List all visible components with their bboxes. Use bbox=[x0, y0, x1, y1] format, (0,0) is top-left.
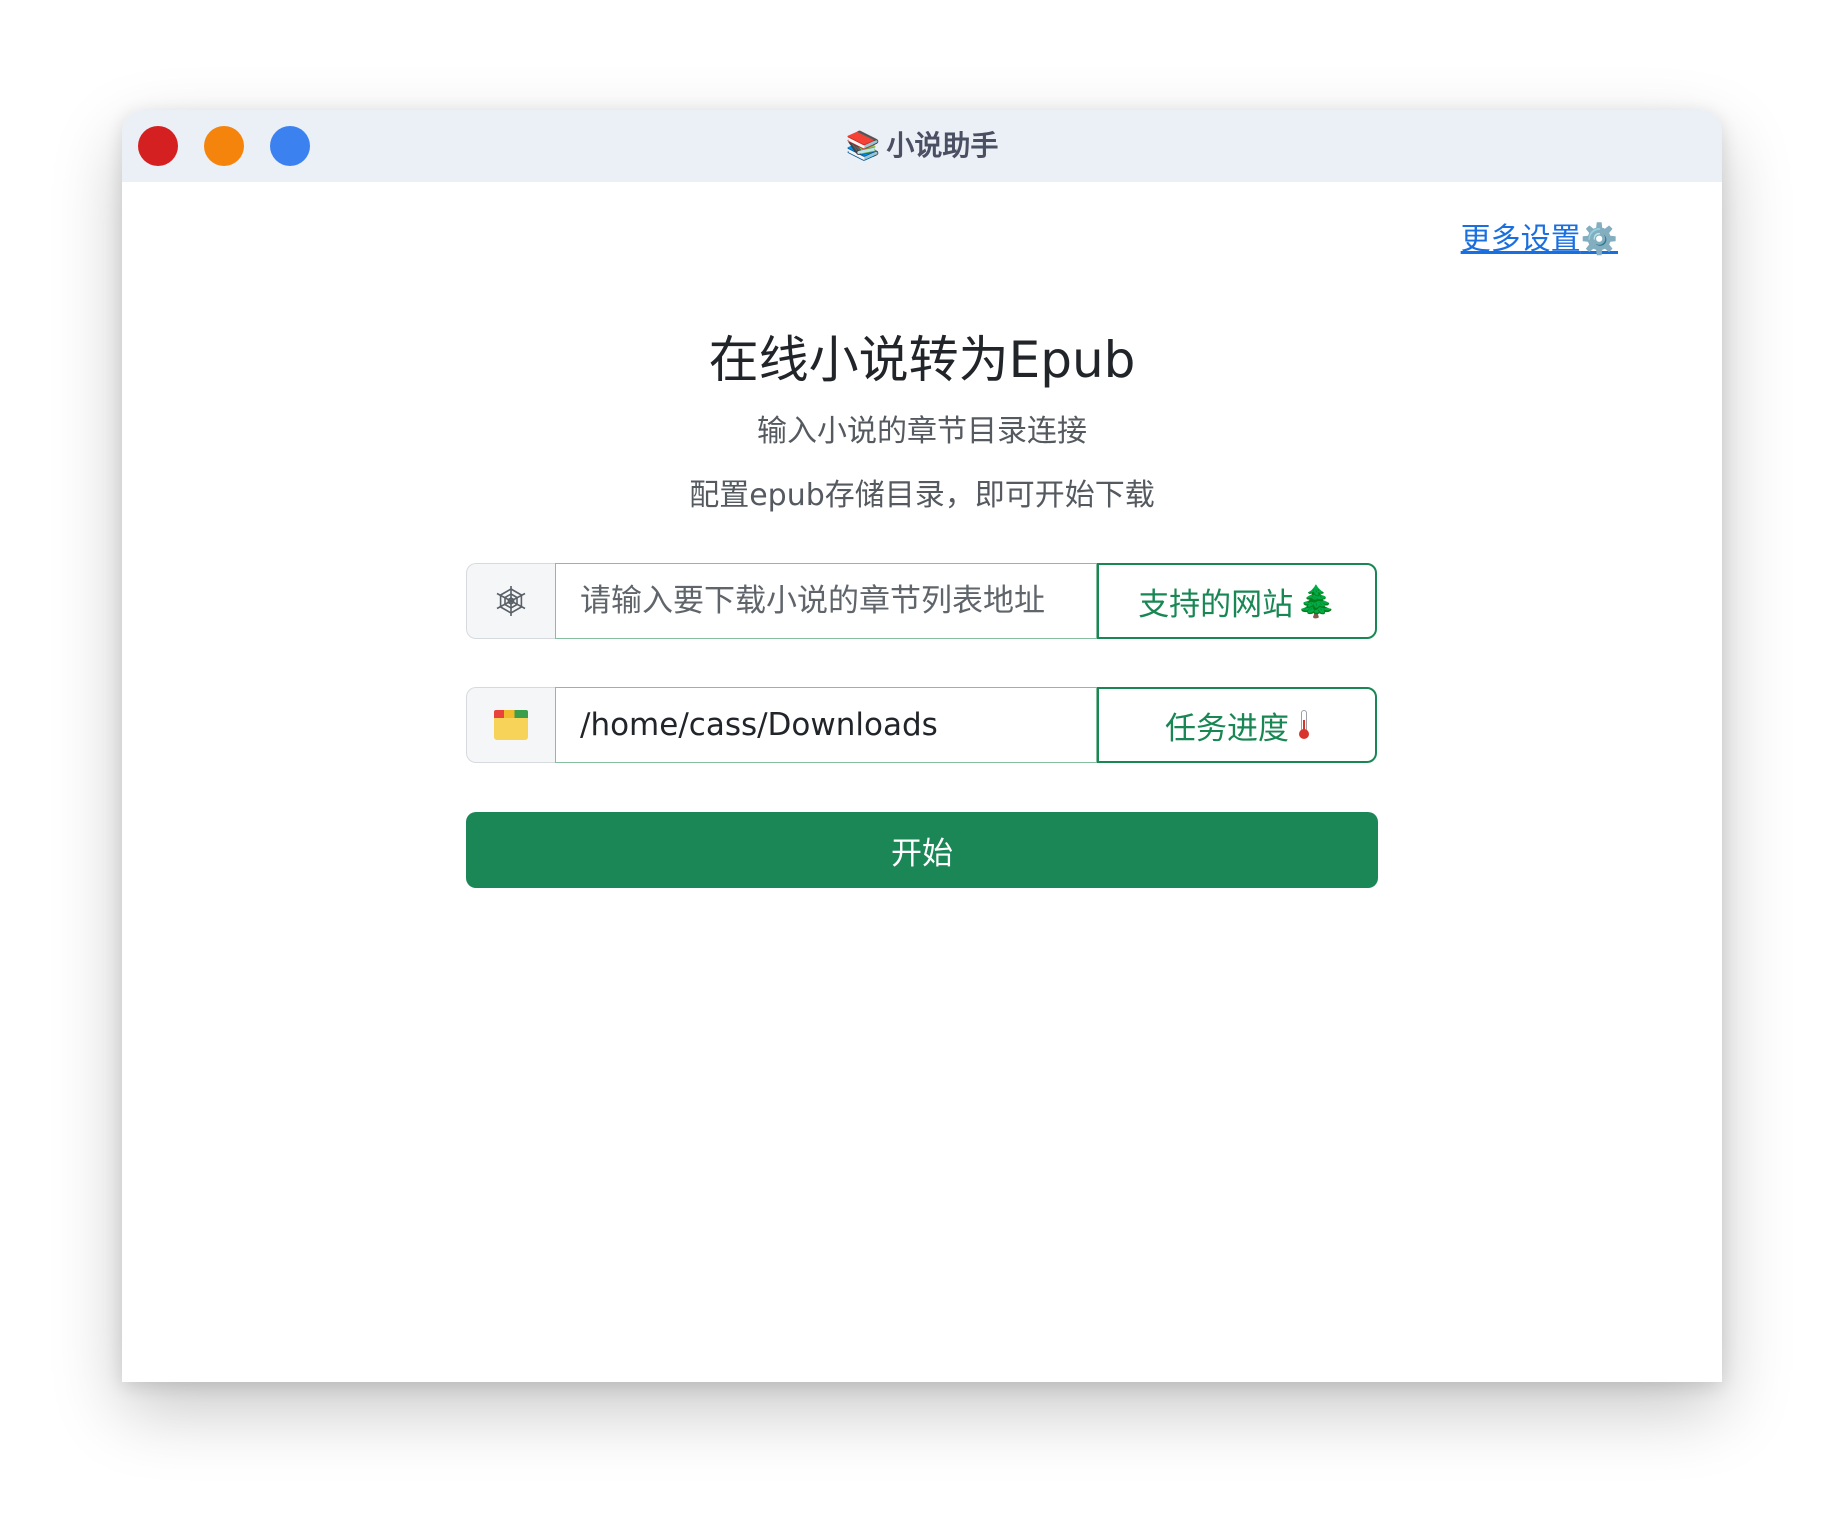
spider-web-icon bbox=[466, 563, 555, 639]
close-button[interactable] bbox=[138, 126, 178, 166]
window-title-area: 📚 小说助手 bbox=[122, 110, 1722, 182]
more-settings-link[interactable]: 更多设置⚙️ bbox=[1461, 214, 1618, 258]
thermometer-icon bbox=[1299, 710, 1309, 740]
task-progress-button[interactable]: 任务进度 bbox=[1097, 687, 1377, 763]
task-progress-label: 任务进度 bbox=[1165, 710, 1289, 747]
tree-icon: 🌲 bbox=[1297, 583, 1336, 620]
books-icon: 📚 bbox=[845, 129, 881, 162]
more-settings-label: 更多设置 bbox=[1460, 222, 1581, 257]
subtitle-line-1: 输入小说的章节目录连接 bbox=[757, 414, 1087, 449]
subtitle-line-2: 配置epub存储目录，即可开始下载 bbox=[689, 478, 1155, 513]
maximize-button[interactable] bbox=[270, 126, 310, 166]
url-input[interactable] bbox=[555, 563, 1097, 639]
folder-icon[interactable] bbox=[466, 687, 555, 763]
app-window: 📚 小说助手 更多设置⚙️ 在线小说转为Epub 输入小说的章节目录连接 配置ep… bbox=[122, 110, 1722, 1382]
directory-input[interactable] bbox=[555, 687, 1097, 763]
start-button[interactable]: 开始 bbox=[466, 812, 1378, 888]
title-bar: 📚 小说助手 bbox=[122, 110, 1722, 182]
minimize-button[interactable] bbox=[204, 126, 244, 166]
start-button-label: 开始 bbox=[891, 835, 953, 872]
supported-sites-label: 支持的网站 bbox=[1138, 586, 1294, 623]
url-input-group: 支持的网站🌲 bbox=[466, 563, 1378, 639]
window-title: 小说助手 bbox=[886, 129, 999, 162]
directory-input-group: 任务进度 bbox=[466, 687, 1378, 763]
page-title: 在线小说转为Epub bbox=[708, 331, 1136, 389]
supported-sites-button[interactable]: 支持的网站 🌲 bbox=[1097, 563, 1377, 639]
gear-icon: ⚙️ bbox=[1580, 222, 1618, 257]
